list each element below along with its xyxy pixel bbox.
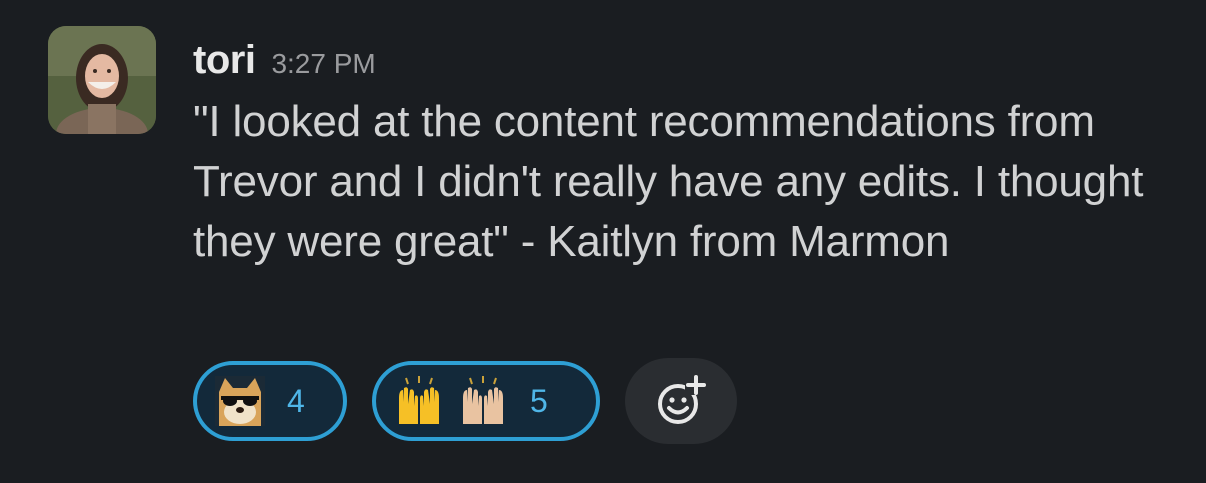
reactions-bar: 4 5 bbox=[193, 358, 737, 444]
avatar[interactable] bbox=[48, 26, 156, 134]
doge-sunglasses-icon bbox=[215, 376, 265, 426]
author-name[interactable]: tori bbox=[193, 34, 256, 86]
add-emoji-icon bbox=[658, 375, 707, 424]
emoji-group bbox=[394, 376, 508, 426]
message-content: tori 3:27 PM "I looked at the content re… bbox=[193, 34, 1173, 272]
reaction-count: 5 bbox=[530, 382, 548, 419]
message-header: tori 3:27 PM bbox=[193, 34, 1173, 86]
raised-hands-icon bbox=[394, 376, 444, 426]
reaction-count: 4 bbox=[287, 382, 305, 419]
message-text: "I looked at the content recommendations… bbox=[193, 97, 1144, 266]
message: tori 3:27 PM "I looked at the content re… bbox=[48, 26, 1178, 466]
reaction-doge[interactable]: 4 bbox=[193, 361, 347, 441]
timestamp[interactable]: 3:27 PM bbox=[271, 48, 375, 80]
reaction-raised-hands[interactable]: 5 bbox=[372, 361, 600, 441]
add-reaction-button[interactable] bbox=[625, 358, 737, 444]
raised-hands-light-skin-icon bbox=[458, 376, 508, 426]
